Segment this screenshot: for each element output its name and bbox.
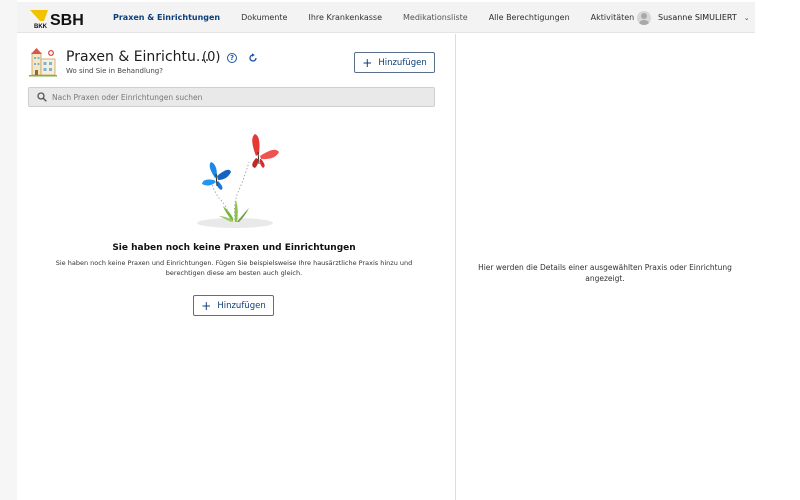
nav-dokumente[interactable]: Dokumente (241, 13, 287, 22)
avatar (637, 10, 651, 25)
add-button-top[interactable]: + Hinzufügen (354, 52, 435, 73)
app-window: BKK SBH Praxen & Einrichtungen Dokumente… (17, 0, 755, 500)
nav-praxen[interactable]: Praxen & Einrichtungen (113, 13, 220, 22)
user-name: Susanne SIMULIERT (658, 13, 737, 22)
search-input[interactable]: Nach Praxen oder Einrichtungen suchen (28, 87, 435, 107)
entry-count: (0) (202, 50, 221, 65)
search-placeholder: Nach Praxen oder Einrichtungen suchen (52, 92, 203, 102)
add-button-empty[interactable]: + Hinzufügen (193, 295, 274, 316)
bkk-sbh-logo[interactable]: BKK SBH (30, 8, 100, 30)
plus-icon: + (201, 298, 212, 313)
empty-state-text: Sie haben noch keine Praxen und Einricht… (55, 259, 413, 277)
nav-berechtigungen[interactable]: Alle Berechtigungen (489, 13, 570, 22)
refresh-icon[interactable] (248, 53, 258, 63)
chevron-down-icon: ⌄ (743, 13, 750, 22)
page-subtitle: Wo sind Sie in Behandlung? (66, 67, 163, 75)
main-nav: Praxen & Einrichtungen Dokumente Ihre Kr… (113, 2, 655, 33)
left-gutter (0, 0, 17, 500)
user-menu[interactable]: Susanne SIMULIERT ⌄ (637, 2, 750, 33)
page-title: Praxen & Einrichtu... (66, 49, 210, 65)
empty-state-title: Sie haben noch keine Praxen und Einricht… (112, 243, 356, 253)
logo-small-text: BKK (34, 24, 48, 30)
search-icon (37, 92, 47, 102)
pane-divider (455, 34, 456, 500)
logo-text: SBH (50, 12, 84, 29)
nav-aktivitaeten[interactable]: Aktivitäten (591, 13, 635, 22)
add-button-label: Hinzufügen (217, 300, 266, 311)
nav-medikationsliste[interactable]: Medikationsliste (403, 13, 468, 22)
nav-krankenkasse[interactable]: Ihre Krankenkasse (308, 13, 382, 22)
butterflies-illustration (197, 134, 279, 228)
add-button-label: Hinzufügen (378, 57, 427, 68)
help-icon[interactable]: ? (227, 53, 237, 63)
detail-placeholder: Hier werden die Details einer ausgewählt… (478, 263, 732, 283)
top-navbar: BKK SBH Praxen & Einrichtungen Dokumente… (17, 2, 755, 33)
building-icon (29, 48, 57, 77)
red-butterfly (252, 134, 279, 168)
plus-icon: + (362, 55, 373, 70)
list-pane: Praxen & Einrichtu... (0) ? Wo sind Sie … (17, 34, 455, 500)
blue-butterfly (202, 162, 231, 190)
